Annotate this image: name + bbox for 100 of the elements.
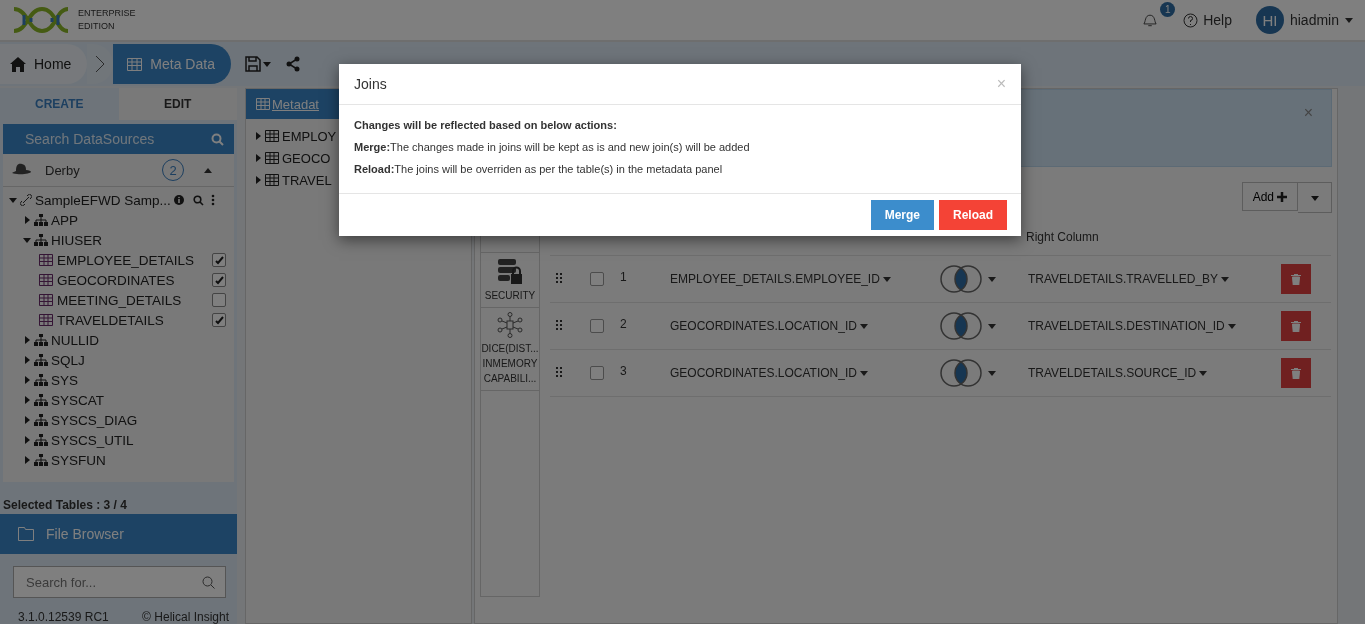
table-name[interactable]: GEOCO [282,150,331,166]
schema-name[interactable]: SQLJ [51,352,85,368]
right-column-select[interactable]: TRAVELDETAILS.SOURCE_ID [1028,366,1197,380]
expand-caret-icon[interactable] [23,396,31,404]
drag-handle-icon[interactable] [556,367,562,377]
edition-label: EDITION [78,20,116,33]
row-checkbox[interactable] [590,319,604,333]
delete-button[interactable] [1281,358,1311,388]
table-name[interactable]: EMPLOY [282,128,337,144]
schema-name[interactable]: SYSCS_DIAG [51,412,138,428]
expand-caret-icon[interactable] [9,196,17,204]
home-icon [10,56,26,72]
add-button[interactable]: Add [1241,182,1298,211]
sitemap-icon [34,214,48,226]
inner-join-icon[interactable] [938,358,984,388]
sitemap-icon [34,414,48,426]
table-name[interactable]: TRAVEL [282,172,332,188]
expand-caret-icon[interactable] [23,336,31,344]
drag-handle-icon[interactable] [556,320,562,330]
table-name[interactable]: GEOCORDINATES [57,272,175,288]
expand-caret-icon[interactable] [23,356,31,364]
caret-icon[interactable] [988,322,996,330]
folder-icon [18,527,34,541]
table-name[interactable]: MEETING_DETAILS [57,292,182,308]
help-link[interactable]: Help [1203,12,1232,28]
reload-button[interactable]: Reload [939,200,1007,230]
expand-caret-icon[interactable] [254,132,262,140]
checkbox[interactable] [212,273,226,287]
dialog-message: Reload:The joins will be overriden as per the table(s) in the metadata panel [354,163,724,175]
schema-name[interactable]: SYSCS_UTIL [51,432,134,448]
caret-icon[interactable] [859,322,868,330]
left-column-select[interactable]: GEOCORDINATES.LOCATION_ID [670,319,857,333]
checkbox[interactable] [212,313,226,327]
help-icon[interactable] [1183,12,1199,28]
info-icon[interactable] [173,195,184,205]
row-checkbox[interactable] [590,366,604,380]
caret-icon[interactable] [988,369,996,377]
file-browser-button[interactable]: File Browser [0,514,237,554]
caret-icon[interactable] [859,369,868,377]
search-field[interactable]: Search for... [13,566,226,598]
collapse-caret-icon[interactable] [204,166,212,175]
expand-caret-icon[interactable] [23,216,31,224]
table-icon [39,254,53,266]
table-name[interactable]: EMPLOYEE_DETAILS [57,252,195,268]
caret-icon[interactable] [988,275,996,283]
schema-name[interactable]: SYS [51,372,78,388]
side-tab[interactable]: SECURITY [481,253,539,308]
left-column-select[interactable]: EMPLOYEE_DETAILS.EMPLOYEE_ID [670,272,880,286]
search-icon[interactable] [211,132,224,146]
search-icon[interactable] [202,575,215,589]
right-column-select[interactable]: TRAVELDETAILS.DESTINATION_ID [1028,319,1225,333]
user-avatar[interactable]: HI [1255,6,1284,34]
datasource-type[interactable]: Derby [45,162,80,178]
chevron-icon [95,55,106,73]
user-name[interactable]: hiadmin [1289,12,1339,28]
row-checkbox[interactable] [590,272,604,286]
datasource-name[interactable]: SampleEFWD Samp... [35,192,171,208]
expand-caret-icon[interactable] [23,236,31,244]
left-column-select[interactable]: GEOCORDINATES.LOCATION_ID [670,366,857,380]
caret-icon[interactable] [1199,369,1208,377]
copyright-label: © Helical Insight [142,610,229,624]
delete-button[interactable] [1281,264,1311,294]
expand-caret-icon[interactable] [254,176,262,184]
datasource-search-field[interactable]: Search DataSources [3,124,234,154]
delete-button[interactable] [1281,311,1311,341]
datasource-search-field[interactable]: Search DataSources [23,130,211,148]
inner-join-icon[interactable] [938,264,984,294]
save-icon[interactable] [244,56,261,72]
schema-name[interactable]: NULLID [51,332,99,348]
table-name[interactable]: TRAVELDETAILS [57,312,164,328]
inner-join-icon[interactable] [938,311,984,341]
checkbox[interactable] [212,293,226,307]
checkbox[interactable] [212,253,226,267]
caret-icon[interactable] [262,60,271,68]
expand-caret-icon[interactable] [23,416,31,424]
share-icon[interactable] [284,56,301,72]
search-icon[interactable] [192,194,204,206]
more-icon[interactable] [210,194,215,206]
caret-icon[interactable] [882,275,891,283]
panel-tab[interactable]: EDIT [118,88,237,120]
expand-caret-icon[interactable] [23,376,31,384]
expand-caret-icon[interactable] [23,456,31,464]
right-column-select[interactable]: TRAVELDETAILS.TRAVELLED_BY [1028,272,1219,286]
merge-button[interactable]: Merge [870,200,934,230]
expand-caret-icon[interactable] [23,436,31,444]
breadcrumb-item[interactable]: Home [0,44,88,84]
expand-caret-icon[interactable] [254,154,262,162]
breadcrumb-item[interactable]: Meta Data [113,44,231,84]
schema-name[interactable]: SYSCAT [51,392,104,408]
caret-icon[interactable] [1221,275,1230,283]
row-number: 3 [620,363,628,378]
caret-icon[interactable] [1227,322,1236,330]
side-tab[interactable]: DICE(DIST... INMEMORY CAPABILI... [481,308,539,391]
schema-name[interactable]: SYSFUN [51,452,106,468]
schema-name[interactable]: APP [51,212,78,228]
caret-icon[interactable] [1345,16,1353,24]
drag-handle-icon[interactable] [556,273,562,283]
schema-name[interactable]: HIUSER [51,232,102,248]
bell-icon[interactable] [1143,12,1158,28]
dialog-message: Merge:The changes made in joins will be kept as is and new join(s) will be added [354,141,751,153]
